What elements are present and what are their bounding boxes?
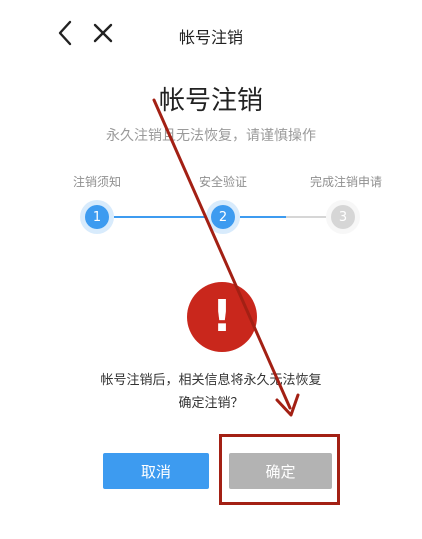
step-number-3: 3 xyxy=(331,205,355,229)
page-title: 帐号注销 xyxy=(158,86,263,116)
step-number-2: 2 xyxy=(211,205,235,229)
confirm-button[interactable]: 确定 xyxy=(229,453,332,489)
step-label-3: 完成注销申请 xyxy=(309,175,382,189)
step-node-2: 2 xyxy=(206,200,240,234)
step-node-1: 1 xyxy=(80,200,114,234)
step-label-2: 安全验证 xyxy=(198,175,247,189)
step-label-1: 注销须知 xyxy=(72,175,121,189)
step-number-1: 1 xyxy=(85,205,109,229)
exclamation-icon: ! xyxy=(211,291,233,342)
step-connector-1 xyxy=(114,216,205,218)
warning-message: 帐号注销后，相关信息将永久无法恢复 xyxy=(100,373,322,388)
confirm-question: 确定注销？ xyxy=(178,396,244,411)
nav-title: 帐号注销 xyxy=(178,28,243,47)
top-nav-bar: 帐号注销 xyxy=(0,0,422,70)
warning-icon: ! xyxy=(187,282,257,352)
cancel-button[interactable]: 取消 xyxy=(103,453,209,489)
page-subtitle: 永久注销且无法恢复，请谨慎操作 xyxy=(106,128,316,144)
step-node-3: 3 xyxy=(326,200,360,234)
step-connector-2b xyxy=(286,216,326,218)
step-connector-2a xyxy=(240,216,286,218)
